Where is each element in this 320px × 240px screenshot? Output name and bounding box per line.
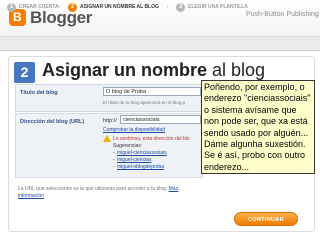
url-info-sentence: La URL que selecciones es la que utiliza… (18, 186, 168, 192)
suggestions-label: Sugerencias: (113, 143, 143, 149)
step-3-number: 3 (176, 3, 185, 12)
unavailable-warning: Lo sentimos, esta dirección del blo (113, 136, 190, 142)
blog-title-hint: El título de tu blog aparecerá en el blo… (103, 100, 186, 105)
step-3-label: ELEGIR UNA PLANTILLA (188, 4, 248, 10)
step-2-label: ASIGNAR UN NOMBRE AL BLOG (80, 4, 159, 10)
logo-glyph: B (13, 10, 22, 24)
blog-address-label: Dirección del blog (URL) (20, 119, 85, 125)
step-separator-icon: › (166, 2, 170, 11)
title-bold: Asignar un nombre (42, 60, 208, 80)
blog-address-input[interactable]: cienciassociais (120, 115, 201, 124)
address-prefix: http:// (103, 118, 117, 124)
suggestion-bullet: - (113, 157, 115, 163)
blog-title-label: Título del blog (20, 90, 58, 96)
suggestion-bullet: - (113, 150, 115, 156)
suggestion-link[interactable]: miguel-ciencias (117, 157, 151, 163)
steps-bar (0, 36, 320, 51)
step-separator-icon: › (58, 2, 62, 11)
step-2-number: 2 (68, 3, 77, 12)
suggestion-bullet: - (113, 164, 115, 170)
step-1-number: 1 (7, 3, 16, 12)
blog-title-input[interactable]: O blog de Proba (103, 87, 201, 96)
title-light: al blog (207, 60, 266, 80)
annotation-tooltip: Poñendo, por exemplo, o enderezo "cienci… (201, 80, 315, 174)
tagline: Push-Button Publishing (246, 11, 319, 18)
step-1-label: CREAR CUENTA (19, 4, 59, 10)
step-number-badge: 2 (14, 62, 35, 83)
suggestion-link[interactable]: miguel-oblogdeprobа (117, 164, 164, 170)
continue-button[interactable]: CONTINUAR (234, 212, 298, 226)
warning-icon (103, 135, 111, 142)
brand-name[interactable]: Blogger (30, 8, 92, 28)
url-info-text: La URL que selecciones es la que utiliza… (18, 186, 204, 200)
page-title: Asignar un nombre al blog (42, 60, 265, 81)
suggestion-link[interactable]: miguel-cienciassociais (117, 150, 167, 156)
check-availability-link[interactable]: Comprobar la disponibilidad (103, 127, 165, 133)
